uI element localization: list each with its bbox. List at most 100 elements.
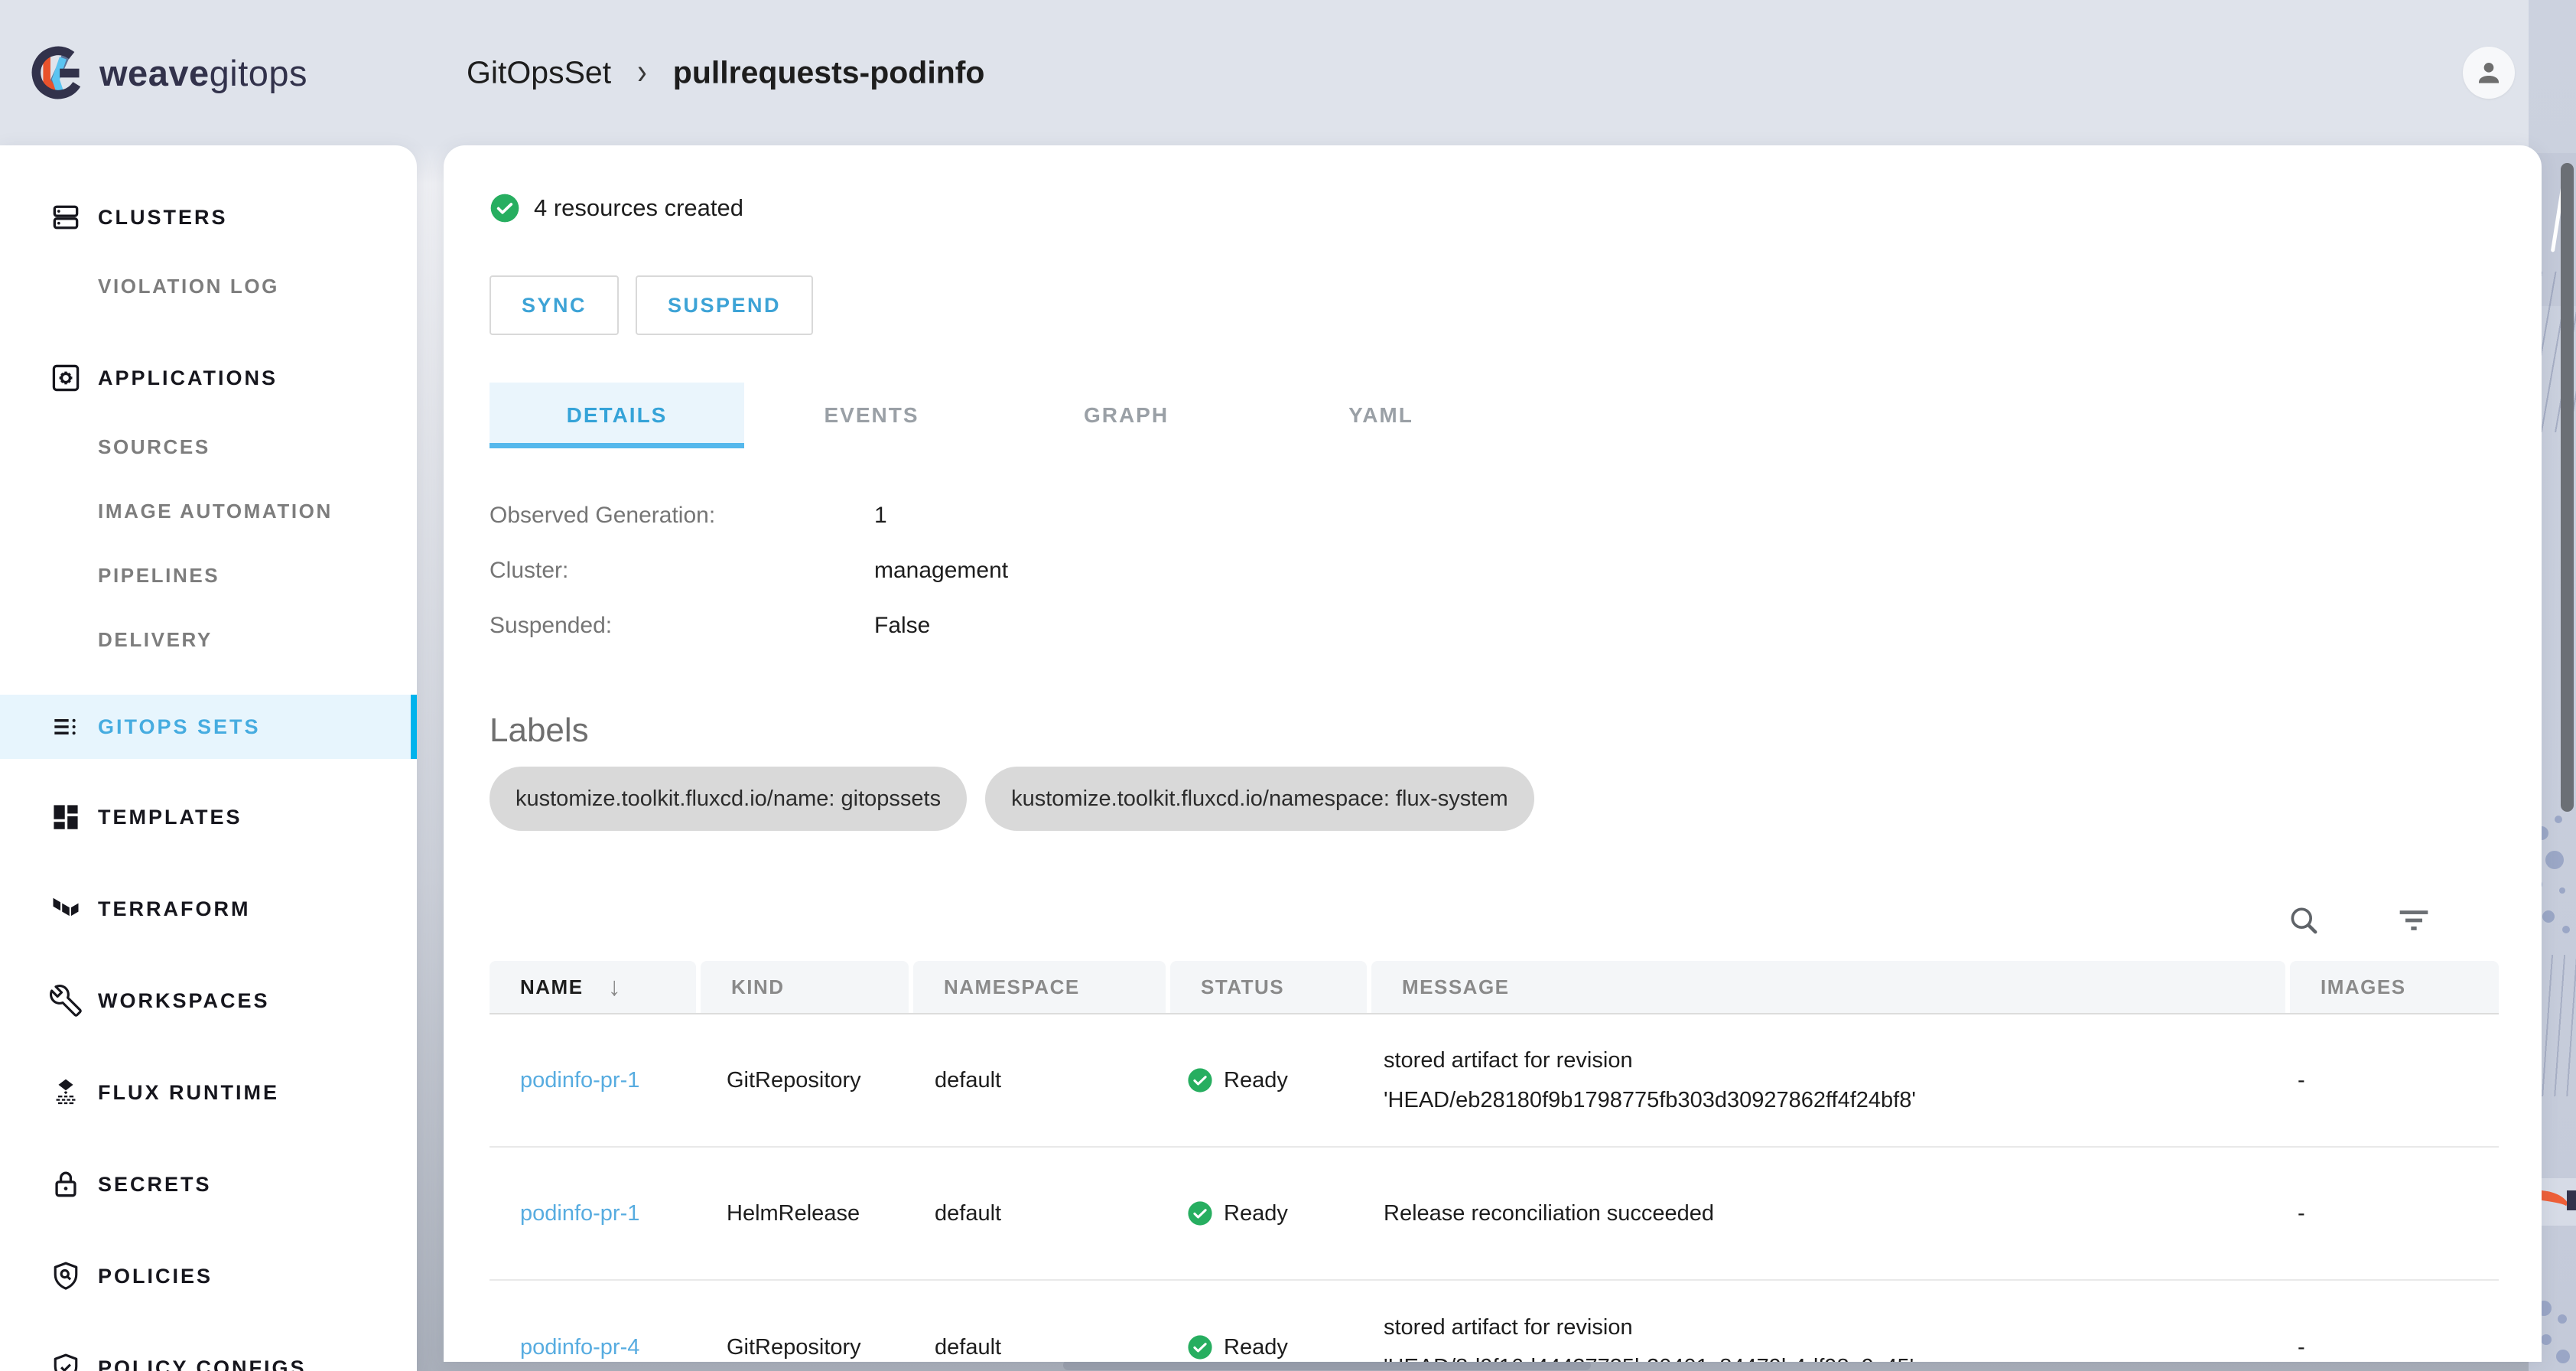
sidebar-item-sources[interactable]: SOURCES	[0, 415, 417, 479]
tab-details[interactable]: DETAILS	[490, 383, 744, 448]
sidebar-item-secrets[interactable]: SECRETS	[0, 1138, 417, 1230]
column-label: KIND	[731, 975, 785, 999]
templates-icon	[49, 800, 83, 834]
applications-icon	[49, 361, 83, 395]
vertical-scrollbar[interactable]	[2561, 163, 2574, 812]
search-icon[interactable]	[2287, 904, 2321, 937]
status-label: Ready	[1224, 1201, 1288, 1226]
sidebar-item-label: APPLICATIONS	[98, 366, 278, 390]
column-header-kind[interactable]: KIND	[701, 961, 909, 1013]
sidebar-item-image-automation[interactable]: IMAGE AUTOMATION	[0, 479, 417, 543]
workspaces-icon	[49, 984, 83, 1018]
message-line: 'HEAD/eb28180f9b1798775fb303d30927862ff4…	[1384, 1080, 2267, 1120]
column-header-name[interactable]: NAME ↓	[490, 961, 696, 1013]
user-avatar[interactable]	[2463, 47, 2515, 99]
sidebar-item-templates[interactable]: TEMPLATES	[0, 771, 417, 863]
main-content: 4 resources created SYNC SUSPEND DETAILS…	[444, 145, 2542, 1362]
sidebar-item-delivery[interactable]: DELIVERY	[0, 607, 417, 672]
weave-gitops-logo-icon	[31, 45, 86, 100]
table-row: podinfo-pr-1 HelmRelease default Ready R…	[490, 1148, 2499, 1281]
sidebar-nav: CLUSTERS VIOLATION LOG APPLICATIONS SOUR…	[0, 145, 417, 1371]
resource-kind: GitRepository	[696, 1068, 904, 1093]
sidebar-item-label: PIPELINES	[98, 564, 220, 588]
column-header-message[interactable]: MESSAGE	[1371, 961, 2285, 1013]
logo-wordmark: weavegitops	[99, 52, 307, 94]
sidebar-item-label: SECRETS	[98, 1173, 212, 1197]
clusters-icon	[49, 200, 83, 234]
app-header: weavegitops GitOpsSet › pullrequests-pod…	[0, 0, 2576, 145]
resource-kind: HelmRelease	[696, 1201, 904, 1226]
check-circle-icon	[1187, 1334, 1213, 1360]
person-icon	[2474, 57, 2504, 88]
flux-runtime-icon	[49, 1076, 83, 1109]
column-label: MESSAGE	[1402, 975, 1510, 999]
check-circle-icon	[1187, 1067, 1213, 1093]
sidebar-item-workspaces[interactable]: WORKSPACES	[0, 955, 417, 1047]
resource-status-cell: Ready	[1156, 1067, 1353, 1093]
resource-status-cell: Ready	[1156, 1200, 1353, 1226]
resource-name-link[interactable]: podinfo-pr-1	[490, 1201, 696, 1226]
sync-button[interactable]: SYNC	[490, 275, 619, 335]
logo-word-gitops: gitops	[210, 53, 307, 93]
column-label: STATUS	[1201, 975, 1284, 999]
sidebar-item-terraform[interactable]: TERRAFORM	[0, 863, 417, 955]
detail-value: False	[874, 613, 930, 639]
tab-events[interactable]: EVENTS	[744, 383, 999, 448]
resource-name-link[interactable]: podinfo-pr-1	[490, 1068, 696, 1093]
sidebar-item-policies[interactable]: POLICIES	[0, 1230, 417, 1322]
detail-label: Observed Generation:	[490, 503, 874, 529]
resource-kind: GitRepository	[696, 1335, 904, 1360]
details-section: Observed Generation: 1 Cluster: manageme…	[490, 488, 2496, 653]
gitops-sets-icon	[49, 710, 83, 744]
sidebar-item-label: POLICIES	[98, 1265, 213, 1288]
check-circle-icon	[490, 193, 520, 223]
resource-images: -	[2267, 1201, 2476, 1226]
detail-row: Cluster: management	[490, 543, 2496, 598]
tab-graph[interactable]: GRAPH	[999, 383, 1254, 448]
sidebar-item-label: DELIVERY	[98, 628, 213, 652]
sidebar-item-flux-runtime[interactable]: FLUX RUNTIME	[0, 1047, 417, 1138]
column-header-namespace[interactable]: NAMESPACE	[913, 961, 1166, 1013]
sidebar-item-violation-log[interactable]: VIOLATION LOG	[0, 254, 417, 318]
filter-icon[interactable]	[2397, 904, 2431, 937]
resource-name-link[interactable]: podinfo-pr-4	[490, 1335, 696, 1360]
sidebar-item-label: TERRAFORM	[98, 897, 250, 921]
sidebar-item-label: SOURCES	[98, 435, 210, 459]
detail-value: management	[874, 558, 1008, 584]
label-chip: kustomize.toolkit.fluxcd.io/name: gitops…	[490, 767, 967, 831]
sidebar-item-applications[interactable]: APPLICATIONS	[0, 341, 417, 415]
policy-configs-icon	[49, 1351, 83, 1371]
resource-images: -	[2267, 1068, 2476, 1093]
sidebar-item-pipelines[interactable]: PIPELINES	[0, 543, 417, 607]
sidebar-item-label: IMAGE AUTOMATION	[98, 500, 333, 523]
message-line: stored artifact for revision	[1384, 1040, 2267, 1080]
sidebar-item-clusters[interactable]: CLUSTERS	[0, 181, 417, 254]
table-row: podinfo-pr-4 GitRepository default Ready…	[490, 1281, 2499, 1362]
tab-yaml[interactable]: YAML	[1254, 383, 1508, 448]
column-header-images[interactable]: IMAGES	[2290, 961, 2499, 1013]
resource-message: stored artifact for revision 'HEAD/eb281…	[1353, 1040, 2267, 1120]
message-line: 'HEAD/8d9f16d44437735b30401c84479b4df98e…	[1384, 1347, 2267, 1362]
action-buttons: SYNC SUSPEND	[490, 275, 2496, 335]
sidebar-item-label: TEMPLATES	[98, 806, 242, 829]
logo-word-weave: weave	[99, 53, 210, 93]
terraform-icon	[49, 892, 83, 926]
resource-status: 4 resources created	[490, 193, 2496, 223]
column-label: NAME	[520, 975, 584, 999]
breadcrumb-parent[interactable]: GitOpsSet	[467, 55, 611, 91]
breadcrumb: GitOpsSet › pullrequests-podinfo	[467, 55, 984, 91]
suspend-button[interactable]: SUSPEND	[636, 275, 813, 335]
resource-message: Release reconciliation succeeded	[1353, 1194, 2267, 1233]
sidebar-item-policy-configs[interactable]: POLICY CONFIGS	[0, 1322, 417, 1371]
secrets-icon	[49, 1167, 83, 1201]
sort-desc-icon[interactable]: ↓	[608, 972, 623, 1002]
resource-message: stored artifact for revision 'HEAD/8d9f1…	[1353, 1307, 2267, 1362]
policies-icon	[49, 1259, 83, 1293]
sidebar-item-gitops-sets[interactable]: GITOPS SETS	[0, 695, 417, 759]
column-header-status[interactable]: STATUS	[1170, 961, 1367, 1013]
sidebar-item-label: FLUX RUNTIME	[98, 1081, 279, 1105]
labels-heading: Labels	[490, 712, 2496, 750]
detail-value: 1	[874, 503, 887, 529]
resources-table: NAME ↓ KIND NAMESPACE STATUS MESSAGE IMA…	[490, 961, 2499, 1362]
weave-gitops-logo[interactable]: weavegitops	[31, 45, 307, 100]
